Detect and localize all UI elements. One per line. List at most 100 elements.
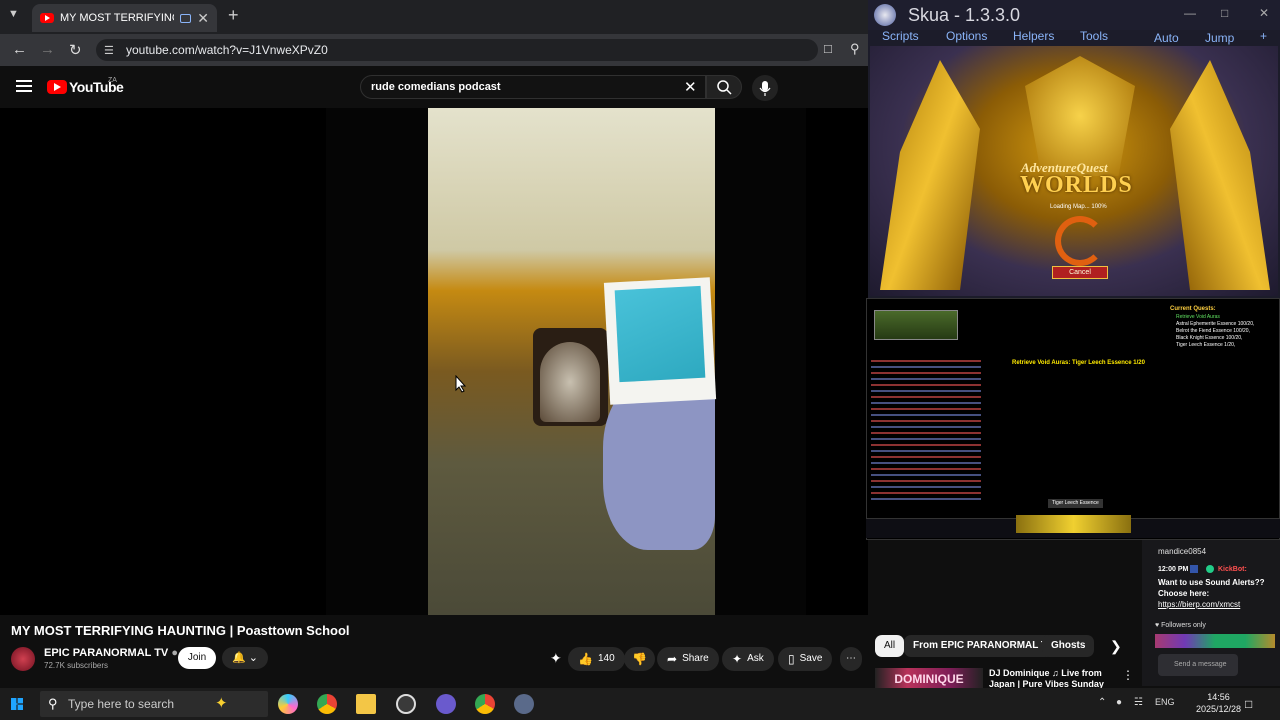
close-button[interactable]: ✕ xyxy=(1259,6,1269,20)
video-figurine xyxy=(540,342,600,422)
recommended-title[interactable]: DJ Dominique ♫ Live from Japan | Pure Vi… xyxy=(989,668,1119,690)
zoom-icon[interactable]: ⚲ xyxy=(850,41,860,57)
chrome-app-icon[interactable] xyxy=(317,694,337,714)
tray-expand-icon[interactable]: ⌃ xyxy=(1098,697,1106,708)
search-input[interactable]: rude comedians podcast xyxy=(360,75,706,99)
taskbar-clock[interactable]: 14:56 2025/12/28 xyxy=(1196,691,1241,715)
video-title: MY MOST TERRIFYING HAUNTING | Poasttown … xyxy=(11,623,350,638)
forward-button[interactable]: → xyxy=(40,41,55,58)
ai-sparkle-icon[interactable]: ✦ xyxy=(550,650,562,667)
back-button[interactable]: ← xyxy=(12,41,27,58)
menu-scripts[interactable]: Scripts xyxy=(882,29,919,43)
notification-center-icon[interactable]: □ xyxy=(1245,697,1252,711)
chip-all[interactable]: All xyxy=(875,635,905,657)
save-label: Save xyxy=(799,653,823,664)
taskbar-search-input[interactable]: Type here to search xyxy=(40,691,268,717)
skua-title: Skua - 1.3.3.0 xyxy=(908,5,1021,25)
game-logo: WORLDS xyxy=(1020,172,1133,198)
url-input[interactable]: youtube.com/watch?v=J1VnweXPvZ0 xyxy=(96,39,818,61)
more-actions-button[interactable]: ⋯ xyxy=(840,647,862,671)
chat-link[interactable]: https://bierp.com/xmcst xyxy=(1158,600,1240,609)
menu-jump[interactable]: Jump xyxy=(1205,31,1234,45)
chrome-app-icon[interactable] xyxy=(475,694,495,714)
chip-from-channel[interactable]: From EPIC PARANORMAL TV xyxy=(904,635,1063,657)
chat-message: Choose here: xyxy=(1158,589,1210,598)
install-app-icon[interactable]: □ xyxy=(824,41,832,56)
like-button[interactable]: 👍 140 xyxy=(568,647,625,671)
voice-search-button[interactable] xyxy=(752,75,778,101)
emote-bar[interactable] xyxy=(1155,634,1275,648)
chat-username[interactable]: mandice0854 xyxy=(1158,547,1206,556)
clock-time: 14:56 xyxy=(1207,692,1230,702)
obs-app-icon[interactable] xyxy=(396,694,416,714)
verified-icon: ● xyxy=(171,647,178,659)
file-explorer-icon[interactable] xyxy=(356,694,376,714)
channel-name-text[interactable]: EPIC PARANORMAL TV xyxy=(44,647,168,659)
tab-close-icon[interactable]: ✕ xyxy=(197,10,209,27)
menu-tools[interactable]: Tools xyxy=(1080,29,1108,43)
followers-only-text: Followers only xyxy=(1161,622,1206,629)
minimize-button[interactable]: — xyxy=(1184,6,1196,20)
quest-line: Astral Ephemerite Essence 100/20, xyxy=(1176,321,1255,327)
loading-spinner-icon xyxy=(1055,216,1105,266)
site-info-icon[interactable]: ☰ xyxy=(104,44,114,57)
skua-app-icon[interactable] xyxy=(514,694,534,714)
reload-button[interactable]: ↻ xyxy=(69,41,82,59)
item-tooltip: Tiger Leech Essence xyxy=(1048,499,1103,508)
recommended-more-icon[interactable]: ⋮ xyxy=(1122,668,1134,682)
new-tab-button[interactable]: + xyxy=(228,5,239,26)
loading-text: Loading Map... 100% xyxy=(1050,204,1107,210)
skill-bar[interactable] xyxy=(1016,515,1131,533)
youtube-favicon-icon xyxy=(40,13,54,23)
menu-auto[interactable]: Auto xyxy=(1154,31,1179,45)
dislike-button[interactable]: 👎 xyxy=(624,647,655,671)
join-button[interactable]: Join xyxy=(178,647,216,669)
quest-progress-message: Retrieve Void Auras: Tiger Leech Essence… xyxy=(1012,360,1145,366)
chat-bot-name[interactable]: KickBot: xyxy=(1218,566,1247,573)
search-icon xyxy=(717,80,732,95)
chat-badge-icon xyxy=(1206,565,1214,573)
player-hud xyxy=(874,310,958,340)
app-icon[interactable] xyxy=(436,694,456,714)
share-button[interactable]: ➦ Share xyxy=(657,647,719,671)
ask-label: Ask xyxy=(747,653,764,664)
language-indicator[interactable]: ENG xyxy=(1155,697,1175,707)
recommended-thumbnail[interactable]: DOMINIQUE xyxy=(875,668,983,690)
chat-input[interactable]: Send a message xyxy=(1158,654,1238,676)
quest-tracker-title: Current Quests: xyxy=(1170,306,1216,312)
subscriber-count: 72.7K subscribers xyxy=(44,661,109,670)
ask-button[interactable]: ✦ Ask xyxy=(722,647,774,671)
copilot-app-icon[interactable] xyxy=(278,694,298,714)
chat-log xyxy=(871,360,981,500)
hamburger-menu-icon[interactable] xyxy=(16,80,32,92)
youtube-logo-icon[interactable] xyxy=(47,80,67,94)
network-icon[interactable]: ☵ xyxy=(1134,697,1143,708)
browser-tab[interactable]: MY MOST TERRIFYING HAUNT ✕ xyxy=(32,4,217,32)
add-icon[interactable]: + xyxy=(1260,29,1267,43)
tab-title: MY MOST TERRIFYING HAUNT xyxy=(60,12,175,24)
menu-helpers[interactable]: Helpers xyxy=(1013,29,1054,43)
channel-avatar[interactable] xyxy=(11,647,35,671)
search-button[interactable] xyxy=(706,75,742,99)
copilot-sparkle-icon[interactable]: ✦ xyxy=(215,694,228,712)
bookmark-icon: ▯ xyxy=(788,652,795,666)
chip-ghosts[interactable]: Ghosts xyxy=(1042,635,1095,657)
search-clear-icon[interactable]: ✕ xyxy=(684,78,697,96)
chat-timestamp: 12:00 PM xyxy=(1158,566,1189,573)
cancel-button[interactable]: Cancel xyxy=(1052,266,1108,279)
quest-line: Black Knight Essence 100/20, xyxy=(1176,335,1243,341)
save-button[interactable]: ▯ Save xyxy=(778,647,833,671)
channel-name[interactable]: EPIC PARANORMAL TV ● xyxy=(44,647,178,659)
chevron-right-icon[interactable]: ❯ xyxy=(1110,638,1122,655)
quest-line: Tiger Leech Essence 1/20, xyxy=(1176,342,1236,348)
skua-logo-icon xyxy=(874,4,896,26)
microphone-icon xyxy=(759,81,771,96)
chat-message: Want to use Sound Alerts?? xyxy=(1158,578,1265,587)
share-icon: ➦ xyxy=(667,652,678,666)
maximize-button[interactable]: □ xyxy=(1221,6,1228,20)
notification-bell-button[interactable]: 🔔 ⌄ xyxy=(222,647,268,669)
menu-options[interactable]: Options xyxy=(946,29,987,43)
microphone-icon[interactable]: ● xyxy=(1116,697,1122,708)
like-count: 140 xyxy=(597,653,615,664)
tab-search-dropdown-icon[interactable]: ▼ xyxy=(8,8,19,20)
